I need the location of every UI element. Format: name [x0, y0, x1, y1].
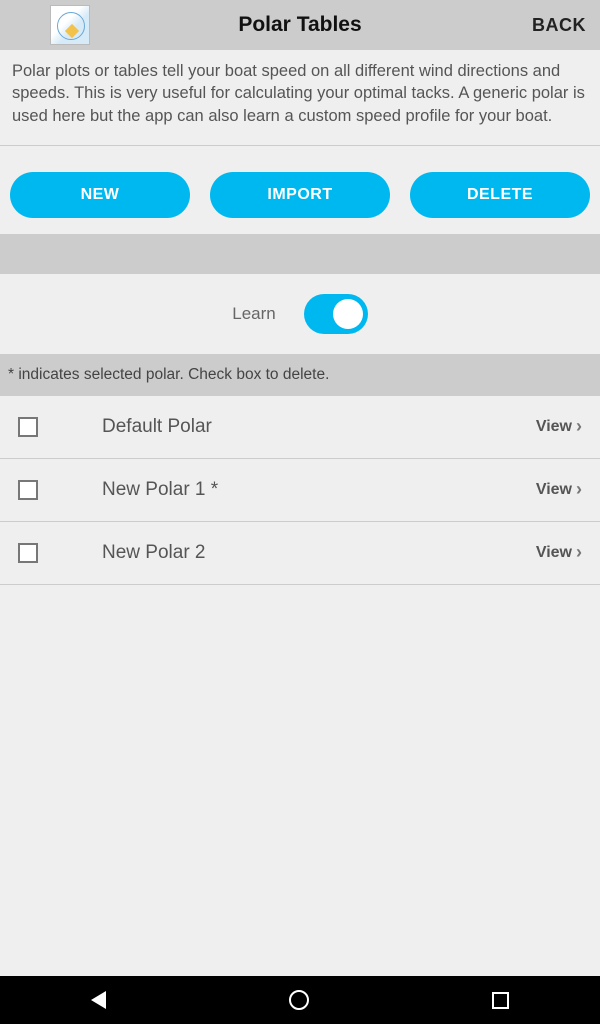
new-button[interactable]: NEW — [10, 172, 190, 218]
delete-button[interactable]: DELETE — [410, 172, 590, 218]
hint-text: * indicates selected polar. Check box to… — [0, 354, 600, 396]
chevron-right-icon: › — [576, 542, 582, 563]
action-button-row: NEW IMPORT DELETE — [0, 146, 600, 234]
chevron-right-icon: › — [576, 416, 582, 437]
android-navbar — [0, 976, 600, 1024]
polar-name: New Polar 1 * — [102, 479, 536, 501]
view-button[interactable]: View › — [536, 542, 582, 563]
divider-bar — [0, 234, 600, 274]
view-button[interactable]: View › — [536, 479, 582, 500]
checkbox[interactable] — [18, 480, 38, 500]
view-label: View — [536, 418, 572, 436]
empty-area — [0, 585, 600, 985]
checkbox[interactable] — [18, 417, 38, 437]
learn-toggle[interactable] — [304, 294, 368, 334]
view-button[interactable]: View › — [536, 416, 582, 437]
list-item: New Polar 2 View › — [0, 522, 600, 585]
app-icon — [50, 5, 90, 45]
polar-name: Default Polar — [102, 416, 536, 438]
page-title: Polar Tables — [238, 13, 361, 37]
toggle-knob — [333, 299, 363, 329]
checkbox[interactable] — [18, 543, 38, 563]
nav-recent-icon[interactable] — [492, 992, 509, 1009]
nav-home-icon[interactable] — [289, 990, 309, 1010]
description-text: Polar plots or tables tell your boat spe… — [0, 50, 600, 146]
polar-list: Default Polar View › New Polar 1 * View … — [0, 396, 600, 585]
view-label: View — [536, 544, 572, 562]
learn-row: Learn — [0, 274, 600, 354]
import-button[interactable]: IMPORT — [210, 172, 390, 218]
list-item: Default Polar View › — [0, 396, 600, 459]
learn-label: Learn — [232, 304, 275, 324]
list-item: New Polar 1 * View › — [0, 459, 600, 522]
polar-name: New Polar 2 — [102, 542, 536, 564]
view-label: View — [536, 481, 572, 499]
nav-back-icon[interactable] — [91, 991, 106, 1009]
back-button[interactable]: BACK — [532, 15, 586, 36]
header-bar: Polar Tables BACK — [0, 0, 600, 50]
chevron-right-icon: › — [576, 479, 582, 500]
